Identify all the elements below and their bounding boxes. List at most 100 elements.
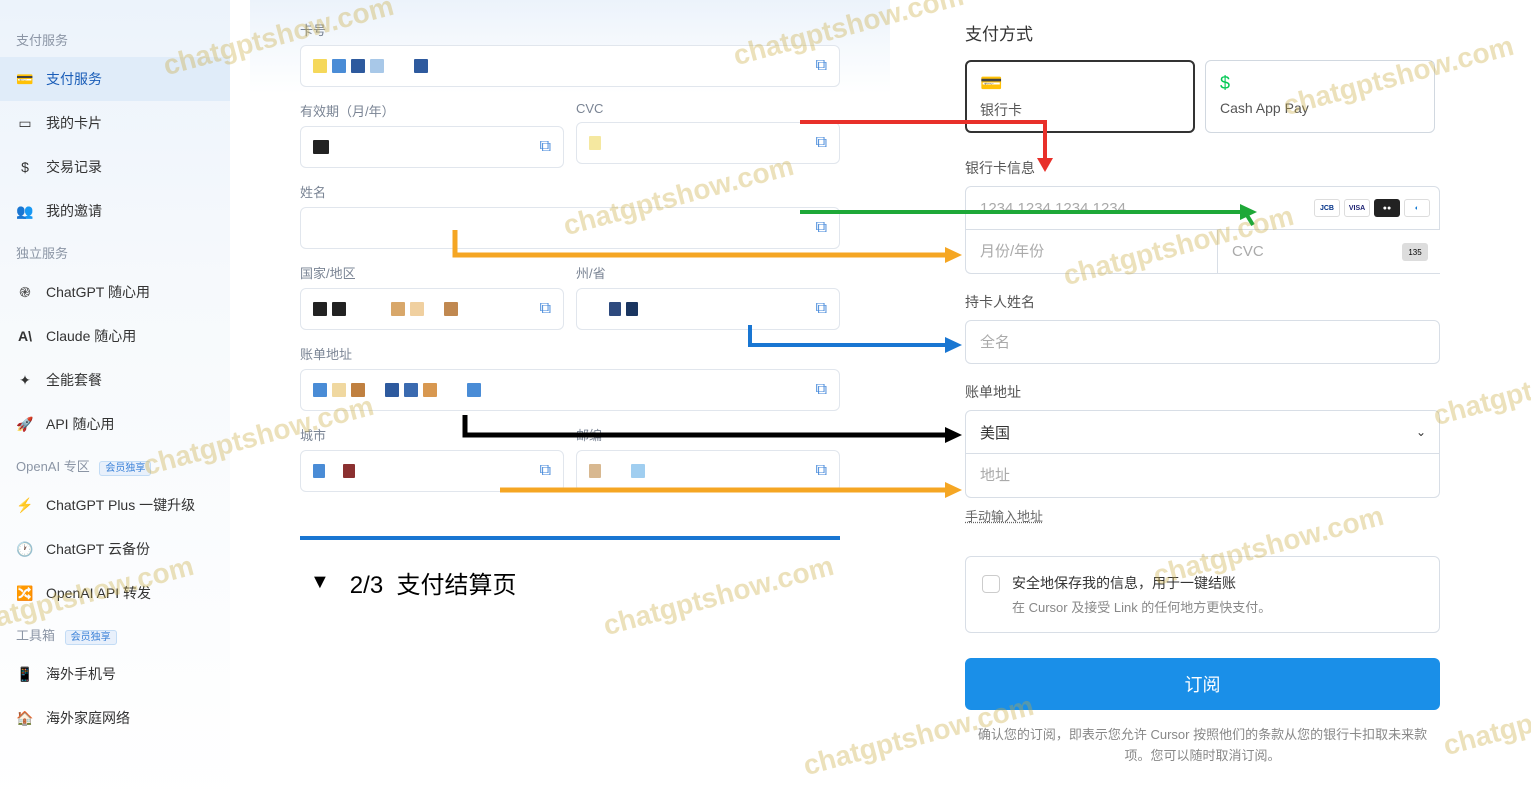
state-field[interactable]: ⧉ — [576, 288, 840, 330]
nav-label: ChatGPT 云备份 — [46, 539, 150, 559]
phone-icon: 📱 — [16, 665, 34, 683]
visa-icon: VISA — [1344, 199, 1370, 217]
home-icon: 🏠 — [16, 709, 34, 727]
copy-icon[interactable]: ⧉ — [816, 462, 827, 480]
checkout-panel: 支付方式 💳 银行卡 $ Cash App Pay 银行卡信息 JCB VISA… — [965, 0, 1440, 787]
jcb-icon: JCB — [1314, 199, 1340, 217]
chevron-down-icon[interactable]: ▼ — [310, 571, 330, 594]
nav-label: 海外手机号 — [46, 664, 116, 684]
nav-label: API 随心用 — [46, 414, 114, 434]
nav-label: OpenAI API 转发 — [46, 583, 151, 603]
exclusive-badge: 会员独享 — [99, 461, 151, 476]
nav-label: 全能套餐 — [46, 370, 102, 390]
watermark: chatgptshow.com — [1440, 670, 1531, 762]
nav-api-forward[interactable]: 🔀 OpenAI API 转发 — [0, 571, 230, 615]
method-label: 银行卡 — [980, 100, 1180, 120]
method-label: Cash App Pay — [1220, 100, 1420, 116]
cardholder-label: 持卡人姓名 — [965, 292, 1440, 312]
nav-allpack[interactable]: ✦ 全能套餐 — [0, 358, 230, 402]
postal-field[interactable]: ⧉ — [576, 450, 840, 492]
card-number-label: 卡号 — [300, 20, 840, 39]
nav-payment-service[interactable]: 💳 支付服务 — [0, 57, 230, 101]
copy-icon[interactable]: ⧉ — [816, 381, 827, 399]
source-form-panel: 卡号 ⧉ 有效期（月/年） ⧉ CVC ⧉ — [250, 0, 890, 625]
copy-icon[interactable]: ⧉ — [816, 57, 827, 75]
sidebar: 支付服务 💳 支付服务 ▭ 我的卡片 $ 交易记录 👥 我的邀请 独立服务 ֎ … — [0, 0, 230, 806]
card-number-field[interactable]: ⧉ — [300, 45, 840, 87]
section-openai-title: OpenAI 专区 会员独享 — [0, 446, 230, 483]
nav-label: 支付服务 — [46, 69, 102, 89]
cvc-label: CVC — [576, 101, 840, 116]
save-info-title: 安全地保存我的信息，用于一键结账 — [1012, 573, 1271, 593]
cashapp-icon: $ — [1220, 73, 1420, 94]
save-info-box: 安全地保存我的信息，用于一键结账 在 Cursor 及接受 Link 的任何地方… — [965, 556, 1440, 633]
exclusive-badge: 会员独享 — [65, 630, 117, 645]
address-input[interactable] — [965, 454, 1440, 498]
claude-icon: A\ — [16, 327, 34, 345]
nav-label: Claude 随心用 — [46, 326, 136, 346]
save-info-desc: 在 Cursor 及接受 Link 的任何地方更快支付。 — [1012, 597, 1271, 616]
method-cashapp[interactable]: $ Cash App Pay — [1205, 60, 1435, 133]
nav-chatgpt[interactable]: ֎ ChatGPT 随心用 — [0, 270, 230, 314]
dollar-icon: $ — [16, 158, 34, 176]
cvc-field[interactable]: ⧉ — [576, 122, 840, 164]
clock-icon: 🕐 — [16, 540, 34, 558]
card-info-label: 银行卡信息 — [965, 158, 1440, 178]
name-label: 姓名 — [300, 182, 840, 201]
state-label: 州/省 — [576, 263, 840, 282]
name-field[interactable]: ⧉ — [300, 207, 840, 249]
shuffle-icon: 🔀 — [16, 584, 34, 602]
nav-family[interactable]: 🏠 海外家庭网络 — [0, 696, 230, 740]
nav-api[interactable]: 🚀 API 随心用 — [0, 402, 230, 446]
cards-icon: ▭ — [16, 114, 34, 132]
save-info-checkbox[interactable] — [982, 575, 1000, 593]
copy-icon[interactable]: ⧉ — [816, 134, 827, 152]
copy-icon[interactable]: ⧉ — [816, 219, 827, 237]
manual-address-link[interactable]: 手动输入地址 — [965, 506, 1043, 525]
people-icon: 👥 — [16, 202, 34, 220]
diners-icon: ◐ — [1404, 199, 1430, 217]
chatgpt-icon: ֎ — [16, 283, 34, 301]
subscribe-button[interactable]: 订阅 — [965, 658, 1440, 710]
section-payment-title: 支付服务 — [0, 20, 230, 57]
postal-label: 邮编 — [576, 425, 840, 444]
copy-icon[interactable]: ⧉ — [540, 300, 551, 318]
billing-field[interactable]: ⧉ — [300, 369, 840, 411]
card-brand-icons: JCB VISA ●● ◐ — [1314, 199, 1430, 217]
watermark: chatgptshow.com — [1430, 340, 1531, 432]
nav-claude[interactable]: A\ Claude 随心用 — [0, 314, 230, 358]
nav-label: 我的卡片 — [46, 113, 102, 133]
nav-transactions[interactable]: $ 交易记录 — [0, 145, 230, 189]
nav-label: ChatGPT 随心用 — [46, 282, 150, 302]
step-indicator: ▼ 2/3 支付结算页 — [300, 536, 840, 625]
nav-label: 交易记录 — [46, 157, 102, 177]
method-card[interactable]: 💳 银行卡 — [965, 60, 1195, 133]
card-icon: 💳 — [980, 73, 1180, 94]
expiry-label: 有效期（月/年） — [300, 101, 564, 120]
disclaimer-text: 确认您的订阅，即表示您允许 Cursor 按照他们的条款从您的银行卡扣取未来款项… — [965, 725, 1440, 767]
nav-label: ChatGPT Plus 一键升级 — [46, 495, 195, 515]
cardholder-input[interactable] — [965, 320, 1440, 364]
copy-icon[interactable]: ⧉ — [540, 138, 551, 156]
sparkle-icon: ✦ — [16, 371, 34, 389]
nav-label: 我的邀请 — [46, 201, 102, 221]
billing-label: 账单地址 — [300, 344, 840, 363]
copy-icon[interactable]: ⧉ — [540, 462, 551, 480]
copy-icon[interactable]: ⧉ — [816, 300, 827, 318]
nav-phone[interactable]: 📱 海外手机号 — [0, 652, 230, 696]
city-field[interactable]: ⧉ — [300, 450, 564, 492]
bolt-icon: ⚡ — [16, 496, 34, 514]
payment-method-title: 支付方式 — [965, 20, 1440, 45]
nav-my-cards[interactable]: ▭ 我的卡片 — [0, 101, 230, 145]
billing-address-label: 账单地址 — [965, 382, 1440, 402]
country-label: 国家/地区 — [300, 263, 564, 282]
expiry-field[interactable]: ⧉ — [300, 126, 564, 168]
mastercard-icon: ●● — [1374, 199, 1400, 217]
nav-plus-upgrade[interactable]: ⚡ ChatGPT Plus 一键升级 — [0, 483, 230, 527]
nav-my-invites[interactable]: 👥 我的邀请 — [0, 189, 230, 233]
country-field[interactable]: ⧉ — [300, 288, 564, 330]
country-select[interactable] — [965, 410, 1440, 454]
nav-cloud-backup[interactable]: 🕐 ChatGPT 云备份 — [0, 527, 230, 571]
section-standalone-title: 独立服务 — [0, 233, 230, 270]
expiry-input[interactable] — [965, 230, 1217, 274]
